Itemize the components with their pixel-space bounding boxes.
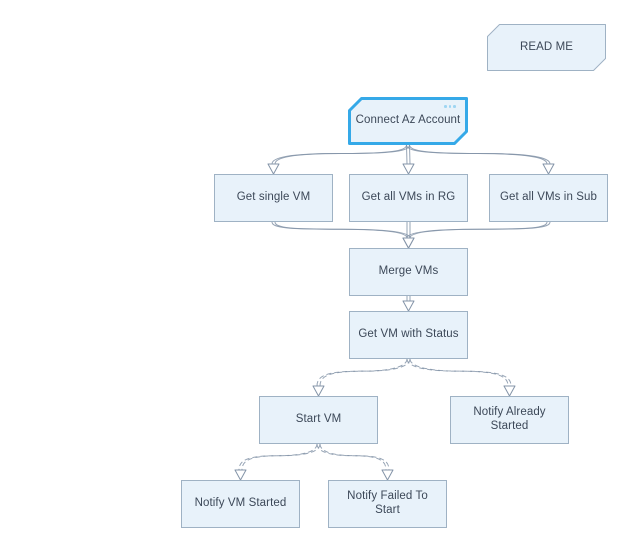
node-label-get-all-vms-in-rg: Get all VMs in RG [361, 191, 456, 204]
node-label-get-single-vm: Get single VM [236, 191, 311, 204]
node-label-notify-failed-to-start: Notify Failed To Start [347, 490, 428, 516]
node-start-vm[interactable]: Start VM [259, 396, 378, 444]
connector-get-all-vms-in-sub-to-merge [402, 221, 551, 249]
node-label-start-vm: Start VM [295, 413, 342, 426]
connector-get-single-vm-to-merge [271, 221, 415, 249]
connector-start-vm-to-notify-vm-started [234, 443, 321, 481]
connector-status-to-notify-already [406, 358, 516, 397]
node-label-notify-vm-started: Notify VM Started [194, 497, 287, 510]
node-merge-vms[interactable]: Merge VMs [349, 248, 468, 296]
connector-layer [234, 144, 555, 481]
node-notify-failed-to-start[interactable]: Notify Failed To Start [328, 480, 447, 528]
node-label-get-all-vms-in-sub: Get all VMs in Sub [499, 191, 598, 204]
node-get-vm-with-status[interactable]: Get VM with Status [349, 311, 468, 359]
node-notify-vm-started[interactable]: Notify VM Started [181, 480, 300, 528]
node-read-me[interactable]: READ ME [487, 24, 606, 71]
connector-connect-to-get-all-vms-in-rg [402, 144, 415, 175]
connector-status-to-start-vm [312, 358, 411, 397]
connector-connect-to-get-single-vm [267, 144, 410, 175]
node-get-all-vms-in-rg[interactable]: Get all VMs in RG [349, 174, 468, 222]
node-get-single-vm[interactable]: Get single VM [214, 174, 333, 222]
node-get-all-vms-in-sub[interactable]: Get all VMs in Sub [489, 174, 608, 222]
node-notify-already-started[interactable]: Notify Already Started [450, 396, 569, 444]
connector-start-vm-to-notify-failed [316, 443, 394, 481]
node-label-connect-az-account: Connect Az Account [355, 114, 461, 127]
node-label-merge-vms: Merge VMs [378, 265, 439, 278]
node-label-get-vm-with-status: Get VM with Status [358, 328, 459, 341]
connector-get-all-vms-in-rg-to-merge [402, 222, 415, 249]
more-options-icon[interactable] [444, 105, 456, 108]
node-label-notify-already-started: Notify Already Started [473, 406, 546, 432]
connector-connect-to-get-all-vms-in-sub [406, 144, 555, 175]
node-label-read-me: READ ME [519, 40, 574, 53]
connector-merge-to-get-vm-with-status [402, 296, 415, 312]
flowchart-canvas[interactable]: READ ME Connect Az Account Get single VM Ge… [0, 0, 636, 549]
